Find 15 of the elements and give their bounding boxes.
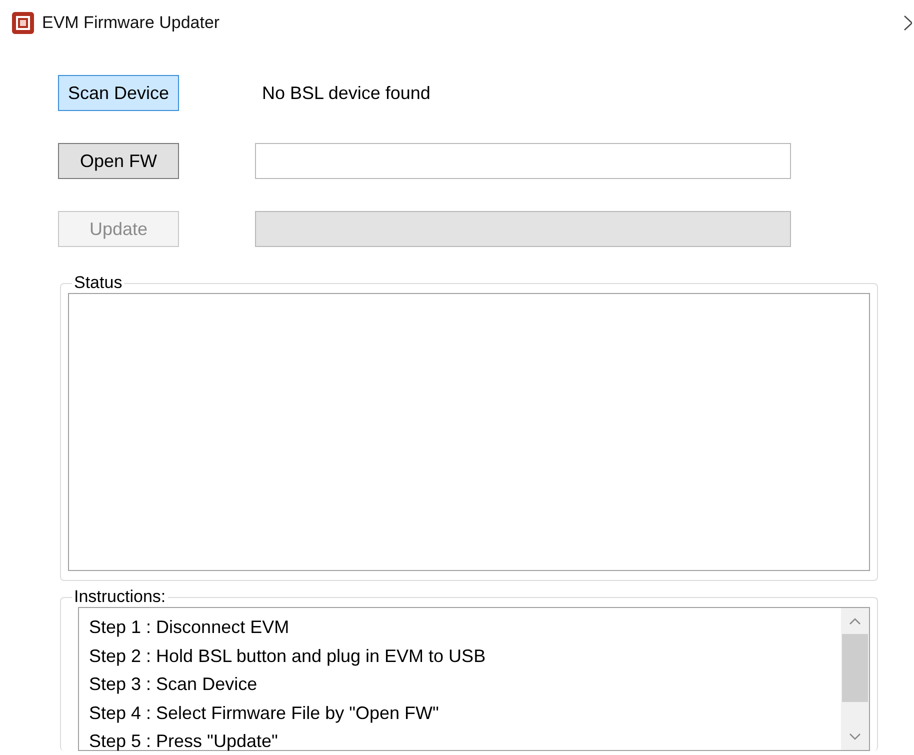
input-field[interactable] — [255, 143, 791, 179]
instruction-step: Step 5 : Press "Update" — [89, 727, 831, 755]
group-label: Status — [73, 273, 124, 293]
instruction-step: Step 3 : Scan Device — [89, 670, 831, 699]
instruction-step: Step 2 : Hold BSL button and plug in EVM to USB — [89, 642, 831, 670]
chip-icon — [12, 12, 34, 34]
status-message: No BSL device found — [262, 82, 430, 104]
window-title: EVM Firmware Updater — [42, 12, 220, 32]
instruction-step: Step 1 : Disconnect EVM — [89, 613, 831, 642]
group-label: Instructions: — [73, 587, 167, 607]
action-button[interactable]: Scan Device — [58, 75, 179, 111]
close-icon[interactable] — [904, 14, 912, 30]
scroll-bar[interactable] — [841, 608, 869, 750]
instruction-step: Step 4 : Select Firmware File by "Open FW" — [89, 698, 831, 728]
action-button[interactable]: Open FW — [58, 143, 179, 179]
